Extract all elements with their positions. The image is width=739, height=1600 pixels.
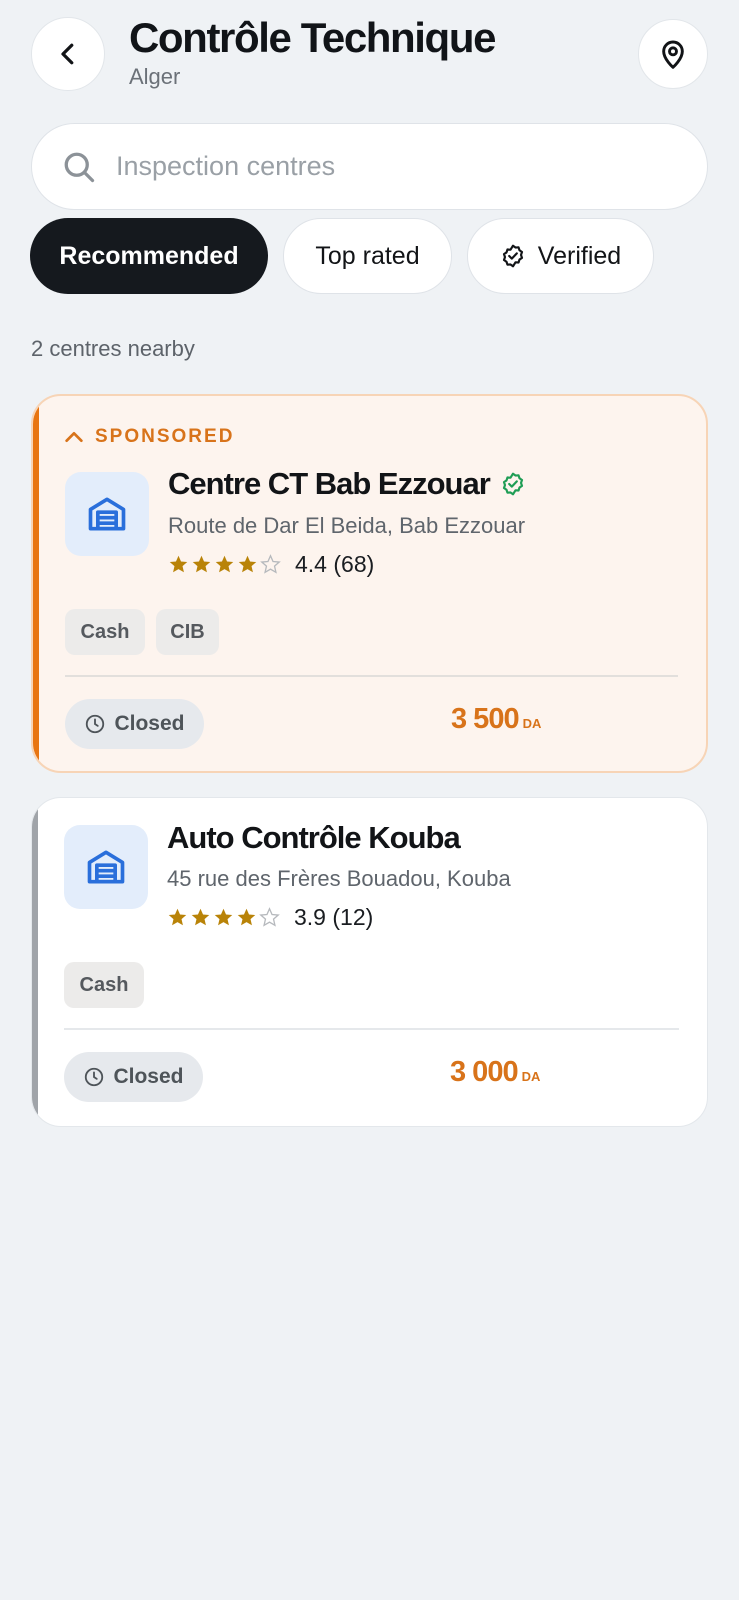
star-icon [237,908,256,926]
clock-icon [83,1066,105,1088]
centre-name[interactable]: Centre CT Bab Ezzouar [168,466,526,502]
back-button[interactable] [31,17,105,91]
price-currency: DA [522,716,542,731]
divider [65,675,678,677]
payment-tag: CIB [156,609,219,655]
card-accent-bar [33,396,39,771]
status-label: Closed [114,712,185,735]
centre-address: 45 rue des Frères Bouadou, Kouba [167,866,511,891]
centre-address: Route de Dar El Beida, Bab Ezzouar [168,513,526,538]
centre-card[interactable]: Auto Contrôle Kouba 45 rue des Frères Bo… [31,797,708,1127]
garage-icon [65,472,149,556]
star-icon [238,555,257,573]
centre-name[interactable]: Auto Contrôle Kouba [167,820,461,856]
rating: 4.4 (68) [168,551,374,578]
filter-chip-label: Recommended [59,241,239,270]
star-icon [168,908,187,926]
garage-icon [64,825,148,909]
centre-card[interactable]: SPONSORED Centre CT Bab Ezzouar Route de… [31,394,708,773]
price: 3 500 DA [451,703,541,736]
star-outline-icon [259,907,280,927]
page-title: Contrôle Technique [129,14,496,61]
location-button[interactable] [638,19,708,89]
star-outline-icon [260,554,281,574]
header: Contrôle Technique Alger [0,0,739,110]
clock-icon [84,713,106,735]
star-icon [214,908,233,926]
star-icon [215,555,234,573]
filter-chip-top-rated[interactable]: Top rated [283,218,452,294]
status-badge: Closed [64,1052,203,1102]
star-rating [168,554,283,575]
rating-text: 4.4 (68) [295,551,375,577]
rating: 3.9 (12) [167,904,373,931]
price-amount: 3 000 [450,1056,519,1088]
centre-name-text: Centre CT Bab Ezzouar [168,466,491,501]
map-pin-icon [662,40,684,69]
card-accent-bar [32,798,38,1126]
star-icon [192,555,211,573]
filter-chip-verified[interactable]: Verified [467,218,654,294]
status-badge: Closed [65,699,204,749]
search-bar[interactable] [31,123,708,210]
filter-chip-label: Top rated [315,241,420,270]
price: 3 000 DA [450,1056,540,1089]
search-icon [60,148,98,186]
price-currency: DA [521,1069,541,1084]
payment-tag: Cash [65,609,145,655]
check-badge-icon [500,243,526,269]
filter-chip-recommended[interactable]: Recommended [30,218,268,294]
chevron-left-icon [61,43,74,65]
star-rating [167,907,282,928]
results-count: 2 centres nearby [31,336,195,361]
status-label: Closed [113,1065,184,1088]
verified-icon [500,471,526,497]
rating-text: 3.9 (12) [294,904,374,930]
divider [64,1028,679,1030]
sponsored-badge: SPONSORED [63,426,234,448]
page-subtitle: Alger [129,64,181,89]
sponsored-label: SPONSORED [95,426,235,447]
star-icon [191,908,210,926]
chevron-up-icon [63,426,85,448]
payment-tag: Cash [64,962,144,1008]
centre-name-text: Auto Contrôle Kouba [167,820,461,855]
star-icon [169,555,188,573]
filter-chip-label: Verified [537,241,622,270]
price-amount: 3 500 [451,703,520,735]
search-input[interactable] [116,151,636,182]
